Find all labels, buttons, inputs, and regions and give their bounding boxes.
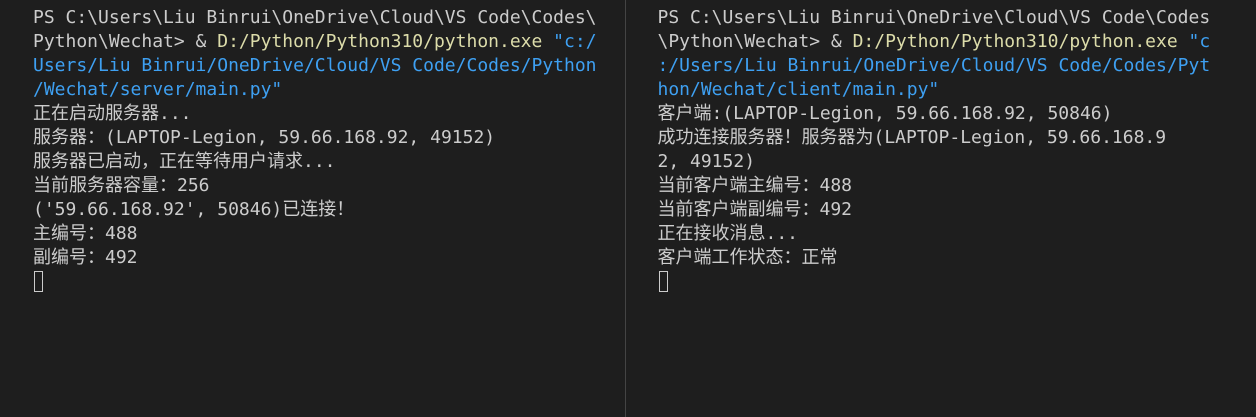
- terminal-line: 当前客户端副编号：492: [658, 198, 1256, 222]
- terminal-text: 服务器：(LAPTOP-Legion, 59.66.168.92, 49152): [33, 127, 496, 148]
- terminal-line: 主编号：488: [33, 222, 625, 246]
- terminal-cursor[interactable]: [34, 271, 43, 292]
- terminal-text: 成功连接服务器！服务器为(LAPTOP-Legion, 59.66.168.9: [657, 127, 1167, 148]
- terminal-container: PS C:\Users\Liu Binrui\OneDrive\Cloud\VS…: [0, 0, 1256, 417]
- terminal-text: 主编号：488: [33, 223, 138, 244]
- terminal-line: 服务器已启动，正在等待用户请求...: [33, 150, 625, 174]
- script-path: :/Users/Liu Binrui/OneDrive/Cloud/VS Cod…: [657, 55, 1211, 76]
- terminal-line: \Python\Wechat> & D:/Python/Python310/py…: [658, 30, 1256, 54]
- terminal-line: 正在接收消息...: [658, 222, 1256, 246]
- terminal-text: 当前客户端主编号：488: [657, 175, 853, 196]
- terminal-text: PS C:\Users\Liu Binrui\OneDrive\Cloud\VS…: [657, 7, 1211, 28]
- terminal-text: 当前客户端副编号：492: [657, 199, 853, 220]
- terminal-line: 服务器：(LAPTOP-Legion, 59.66.168.92, 49152): [33, 126, 625, 150]
- terminal-line: 当前客户端主编号：488: [658, 174, 1256, 198]
- terminal-text: 正在接收消息...: [657, 223, 799, 244]
- script-path: hon/Wechat/client/main.py": [657, 79, 940, 100]
- executable-path: D:/Python/Python310/python.exe: [217, 31, 543, 52]
- terminal-text: Python\Wechat> &: [33, 31, 218, 52]
- terminal-line: 客户端工作状态：正常: [658, 246, 1256, 270]
- terminal-line: PS C:\Users\Liu Binrui\OneDrive\Cloud\VS…: [33, 6, 625, 30]
- script-path: /Wechat/server/main.py": [33, 79, 283, 100]
- script-path: "c:/: [542, 31, 597, 52]
- terminal-text: 客户端工作状态：正常: [657, 247, 838, 268]
- terminal-text: 当前服务器容量：256: [33, 175, 210, 196]
- server-terminal-pane[interactable]: PS C:\Users\Liu Binrui\OneDrive\Cloud\VS…: [0, 0, 625, 417]
- terminal-text: ('59.66.168.92', 50846)已连接！: [33, 199, 355, 220]
- terminal-line: /Wechat/server/main.py": [33, 78, 625, 102]
- prompt-line: [33, 270, 625, 294]
- terminal-line: hon/Wechat/client/main.py": [658, 78, 1256, 102]
- executable-path: D:/Python/Python310/python.exe: [852, 31, 1178, 52]
- terminal-line: 客户端:(LAPTOP-Legion, 59.66.168.92, 50846): [658, 102, 1256, 126]
- terminal-text: 2, 49152): [657, 151, 756, 172]
- terminal-text: 副编号：492: [33, 247, 138, 268]
- terminal-cursor[interactable]: [658, 271, 668, 292]
- terminal-text: \Python\Wechat> &: [657, 31, 853, 52]
- terminal-line: 2, 49152): [658, 150, 1256, 174]
- terminal-line: Python\Wechat> & D:/Python/Python310/pyt…: [33, 30, 625, 54]
- client-terminal-pane[interactable]: PS C:\Users\Liu Binrui\OneDrive\Cloud\VS…: [626, 0, 1256, 417]
- script-path: "c: [1177, 31, 1211, 52]
- terminal-line: 成功连接服务器！服务器为(LAPTOP-Legion, 59.66.168.9: [658, 126, 1256, 150]
- script-path: Users/Liu Binrui/OneDrive/Cloud/VS Code/…: [33, 55, 597, 76]
- terminal-text: 客户端:(LAPTOP-Legion, 59.66.168.92, 50846): [657, 103, 1113, 124]
- terminal-line: :/Users/Liu Binrui/OneDrive/Cloud/VS Cod…: [658, 54, 1256, 78]
- terminal-line: 当前服务器容量：256: [33, 174, 625, 198]
- terminal-text: 服务器已启动，正在等待用户请求...: [33, 151, 336, 172]
- terminal-line: ('59.66.168.92', 50846)已连接！: [33, 198, 625, 222]
- terminal-line: Users/Liu Binrui/OneDrive/Cloud/VS Code/…: [33, 54, 625, 78]
- terminal-line: 副编号：492: [33, 246, 625, 270]
- terminal-line: 正在启动服务器...: [33, 102, 625, 126]
- prompt-line: [658, 270, 1256, 294]
- terminal-text: 正在启动服务器...: [33, 103, 192, 124]
- terminal-text: PS C:\Users\Liu Binrui\OneDrive\Cloud\VS…: [33, 7, 597, 28]
- terminal-line: PS C:\Users\Liu Binrui\OneDrive\Cloud\VS…: [658, 6, 1256, 30]
